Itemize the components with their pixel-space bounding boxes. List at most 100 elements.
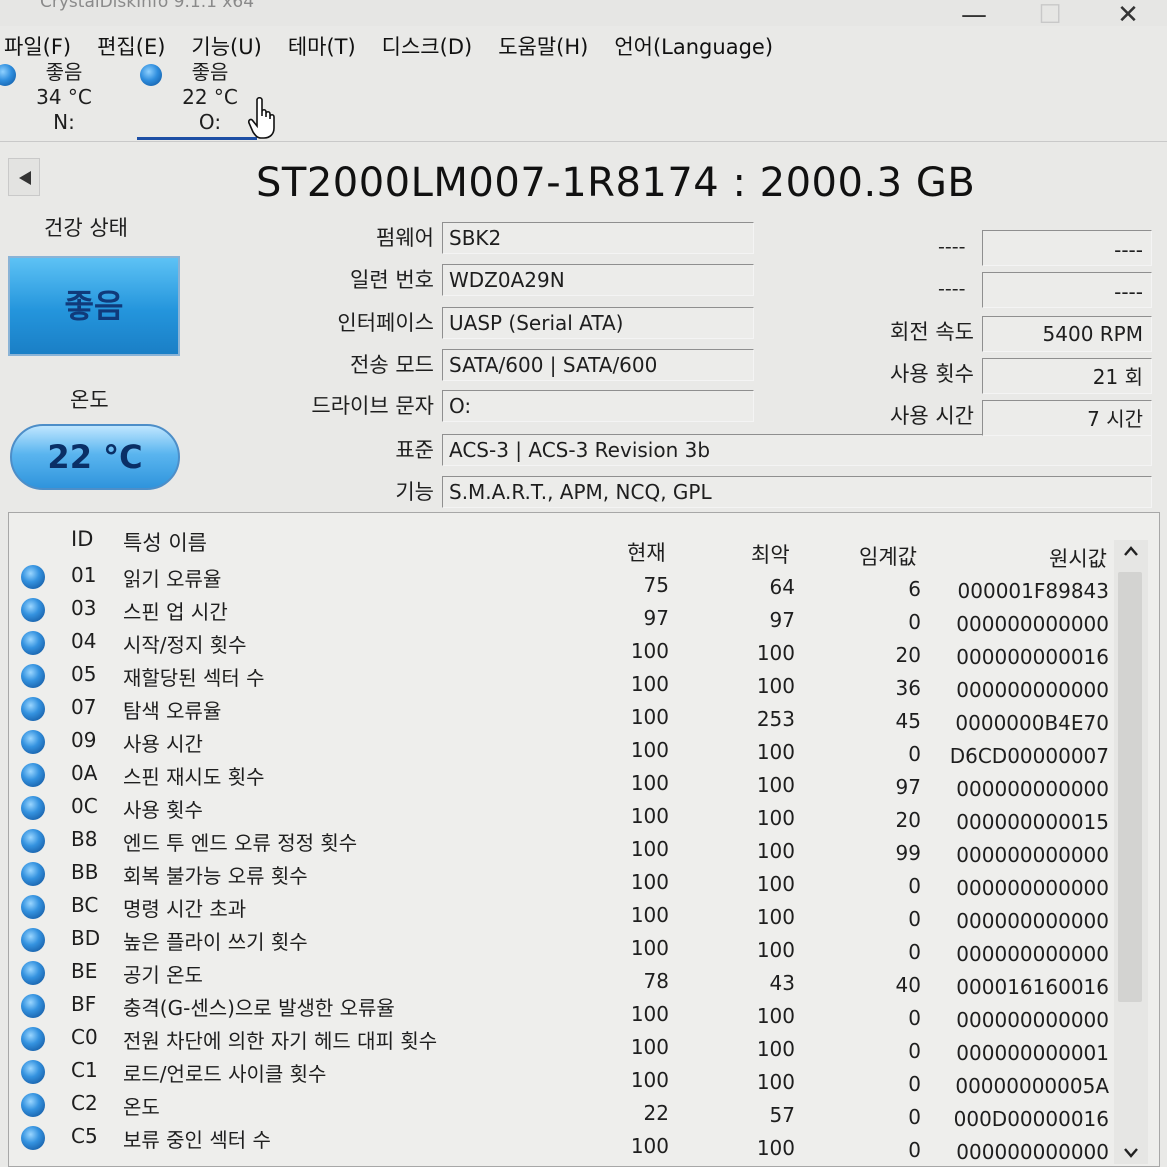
table-row[interactable]: 01 읽기 오류율 75 64 6 000001F89843 bbox=[9, 559, 1119, 603]
disk-tab-n[interactable]: 좋음 34 °C N: bbox=[0, 60, 124, 140]
attribute-name: 시작/정지 횟수 bbox=[123, 633, 247, 657]
health-status-label: 건강 상태 bbox=[44, 216, 128, 240]
arrow-left-icon bbox=[19, 171, 31, 185]
previous-disk-button[interactable] bbox=[8, 158, 40, 196]
status-good-icon bbox=[21, 862, 45, 886]
temperature-button[interactable]: 22 °C bbox=[10, 424, 180, 490]
status-good-icon bbox=[21, 730, 45, 754]
status-good-icon bbox=[21, 763, 45, 787]
attribute-id: BD bbox=[71, 926, 101, 950]
table-row[interactable]: 0C 사용 횟수 100 100 20 000000000015 bbox=[9, 790, 1119, 834]
drive-letter-label: 드라이브 문자 bbox=[311, 394, 434, 418]
table-row[interactable]: 09 사용 시간 100 100 0 D6CD00000007 bbox=[9, 724, 1119, 768]
close-button[interactable]: ✕ bbox=[1098, 0, 1158, 30]
menu-bar: 파일(F) 편집(E) 기능(U) 테마(T) 디스크(D) 도움말(H) 언어… bbox=[0, 28, 1167, 64]
scroll-down-icon[interactable] bbox=[1122, 1142, 1140, 1162]
table-row[interactable]: 0A 스핀 재시도 횟수 100 100 97 000000000000 bbox=[9, 757, 1119, 801]
menu-edit[interactable]: 편집(E) bbox=[97, 31, 165, 61]
scroll-up-icon[interactable] bbox=[1122, 542, 1140, 562]
table-row[interactable]: B8 엔드 투 엔드 오류 정정 횟수 100 100 99 000000000000 bbox=[9, 823, 1119, 867]
disk-selector-strip: 좋음 34 °C N: 좋음 22 °C O: bbox=[0, 60, 1167, 142]
table-row[interactable]: 04 시작/정지 횟수 100 100 20 000000000016 bbox=[9, 625, 1119, 669]
maximize-button[interactable]: ☐ bbox=[1020, 0, 1080, 30]
status-good-icon bbox=[21, 895, 45, 919]
table-row[interactable]: BB 회복 불가능 오류 횟수 100 100 0 000000000000 bbox=[9, 856, 1119, 900]
status-good-icon bbox=[21, 796, 45, 820]
scrollbar-thumb[interactable] bbox=[1118, 572, 1142, 1002]
blank-value-1: ---- bbox=[982, 230, 1152, 266]
power-on-hours-label: 사용 시간 bbox=[890, 404, 974, 428]
disk-status: 좋음 bbox=[45, 60, 83, 84]
attribute-name: 충격(G-센스)으로 발생한 오류율 bbox=[123, 996, 395, 1020]
attribute-id: BF bbox=[71, 992, 97, 1016]
raw-value: 000000000000 bbox=[956, 1140, 1109, 1164]
status-good-icon bbox=[21, 565, 45, 589]
rotation-rate-value: 5400 RPM bbox=[982, 316, 1152, 352]
blank-label-2: ---- bbox=[938, 278, 966, 300]
serial-value: WDZ0A29N bbox=[442, 264, 754, 296]
minimize-button[interactable]: — bbox=[944, 0, 1004, 30]
attribute-name: 공기 온도 bbox=[123, 963, 203, 987]
standard-value: ACS-3 | ACS-3 Revision 3b bbox=[442, 434, 1152, 466]
attribute-id: BC bbox=[71, 893, 99, 917]
attribute-id: BB bbox=[71, 860, 99, 884]
attribute-id: 09 bbox=[71, 728, 97, 752]
table-row[interactable]: BC 명령 시간 초과 100 100 0 000000000000 bbox=[9, 889, 1119, 933]
table-row[interactable]: 07 탐색 오류율 100 253 45 0000000B4E70 bbox=[9, 691, 1119, 735]
rotation-rate-label: 회전 속도 bbox=[890, 320, 974, 344]
menu-file[interactable]: 파일(F) bbox=[4, 31, 71, 61]
menu-help[interactable]: 도움말(H) bbox=[498, 31, 588, 61]
status-good-icon bbox=[21, 829, 45, 853]
title-bar: CrystalDiskInfo 9.1.1 x64 — ☐ ✕ bbox=[0, 0, 1167, 30]
disk-model-title: ST2000LM007-1R8174 : 2000.3 GB bbox=[256, 160, 976, 206]
table-row[interactable]: 05 재할당된 섹터 수 100 100 36 000000000000 bbox=[9, 658, 1119, 702]
transfer-mode-label: 전송 모드 bbox=[350, 353, 434, 377]
table-row[interactable]: 03 스핀 업 시간 97 97 0 000000000000 bbox=[9, 592, 1119, 636]
attribute-id: C2 bbox=[71, 1091, 98, 1115]
health-status-button[interactable]: 좋음 bbox=[8, 256, 180, 356]
power-on-count-value: 21 회 bbox=[982, 358, 1152, 394]
attribute-name: 명령 시간 초과 bbox=[123, 897, 247, 921]
table-row[interactable]: BD 높은 플라이 쓰기 횟수 100 100 0 000000000000 bbox=[9, 922, 1119, 966]
table-row[interactable]: C2 온도 22 57 0 000D00000016 bbox=[9, 1087, 1119, 1131]
header-id[interactable]: ID bbox=[71, 527, 93, 551]
attribute-id: BE bbox=[71, 959, 98, 983]
attribute-name: 온도 bbox=[123, 1095, 160, 1119]
selected-disk-indicator bbox=[137, 137, 257, 140]
table-row[interactable]: C5 보류 중인 섹터 수 100 100 0 000000000000 bbox=[9, 1120, 1119, 1164]
status-good-icon bbox=[21, 631, 45, 655]
attribute-id: 0A bbox=[71, 761, 98, 785]
smart-attributes-table: ID 특성 이름 현재 최악 임계값 원시값 01 읽기 오류율 75 64 6 0000… bbox=[8, 512, 1160, 1167]
attribute-name: 회복 불가능 오류 횟수 bbox=[123, 864, 308, 888]
menu-function[interactable]: 기능(U) bbox=[191, 31, 261, 61]
attribute-id: 04 bbox=[71, 629, 97, 653]
status-good-icon bbox=[21, 1027, 45, 1051]
window-title: CrystalDiskInfo 9.1.1 x64 bbox=[40, 0, 255, 12]
firmware-label: 펌웨어 bbox=[376, 226, 434, 250]
table-row[interactable]: BF 충격(G-센스)으로 발생한 오류율 100 100 0 000000000000 bbox=[9, 988, 1119, 1032]
status-good-icon bbox=[21, 928, 45, 952]
attribute-id: C5 bbox=[71, 1124, 98, 1148]
attribute-id: C0 bbox=[71, 1025, 98, 1049]
header-attribute-name[interactable]: 특성 이름 bbox=[123, 527, 207, 557]
attribute-id: 03 bbox=[71, 596, 97, 620]
status-good-icon bbox=[140, 64, 162, 86]
menu-language[interactable]: 언어(Language) bbox=[614, 31, 773, 61]
menu-theme[interactable]: 테마(T) bbox=[288, 31, 356, 61]
blank-label-1: ---- bbox=[938, 236, 966, 258]
standard-label: 표준 bbox=[395, 438, 434, 462]
attribute-name: 사용 횟수 bbox=[123, 798, 203, 822]
menu-disk[interactable]: 디스크(D) bbox=[382, 31, 473, 61]
disk-status: 좋음 bbox=[191, 60, 229, 84]
table-row[interactable]: C0 전원 차단에 의한 자기 헤드 대피 횟수 100 100 0 0000000000… bbox=[9, 1021, 1119, 1065]
attribute-id: 07 bbox=[71, 695, 97, 719]
attribute-name: 전원 차단에 의한 자기 헤드 대피 횟수 bbox=[123, 1029, 438, 1053]
attribute-name: 재할당된 섹터 수 bbox=[123, 666, 265, 690]
table-row[interactable]: C1 로드/언로드 사이클 횟수 100 100 0 00000000005A bbox=[9, 1054, 1119, 1098]
interface-value: UASP (Serial ATA) bbox=[442, 307, 754, 339]
power-on-count-label: 사용 횟수 bbox=[890, 362, 974, 386]
attribute-name: 높은 플라이 쓰기 횟수 bbox=[123, 930, 308, 954]
table-row[interactable]: BE 공기 온도 78 43 40 000016160016 bbox=[9, 955, 1119, 999]
disk-temp: 34 °C bbox=[36, 85, 92, 109]
transfer-mode-value: SATA/600 | SATA/600 bbox=[442, 349, 754, 381]
